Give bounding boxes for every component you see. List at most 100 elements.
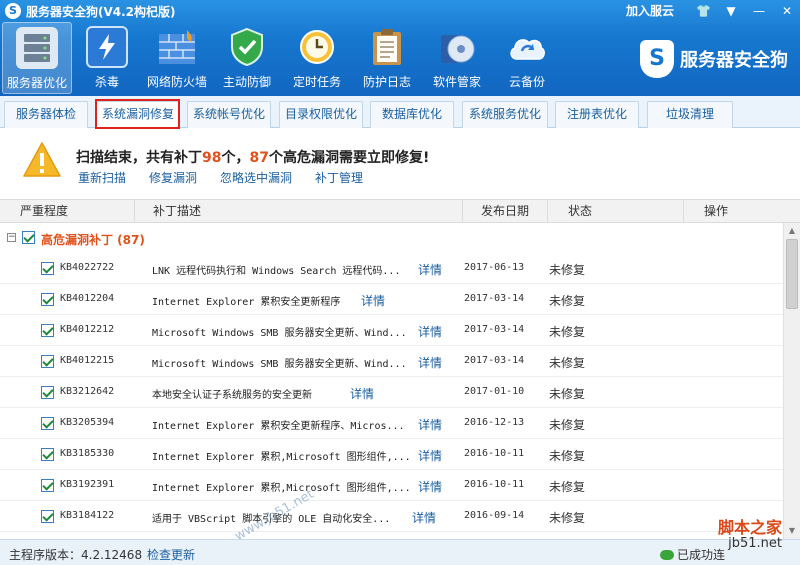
brand-shield-icon: S — [640, 40, 674, 78]
lightning-shield-icon — [86, 26, 128, 68]
fix-status: 未修复 — [549, 387, 586, 401]
close-icon[interactable]: ✕ — [780, 3, 794, 19]
row-checkbox[interactable] — [41, 386, 54, 399]
patch-id: KB3212642 — [60, 386, 115, 397]
tool-antivirus[interactable]: 杀毒 — [72, 22, 142, 94]
column-release-date[interactable]: 发布日期 — [462, 200, 529, 223]
patch-description: LNK 远程代码执行和 Windows Search 远程代码... — [152, 266, 401, 277]
fix-status: 未修复 — [549, 511, 586, 525]
column-action[interactable]: 操作 — [683, 200, 728, 223]
tool-label: 主动防御 — [222, 75, 271, 89]
release-date: 2017-01-10 — [464, 386, 525, 397]
detail-link[interactable]: 详情 — [418, 447, 442, 464]
release-date: 2016-12-13 — [464, 417, 525, 428]
menu-icon[interactable]: ▼ — [724, 3, 738, 19]
detail-link[interactable]: 详情 — [418, 261, 442, 278]
tool-label: 杀毒 — [94, 75, 119, 89]
tab-account-optimize[interactable]: 系统帐号优化 — [187, 101, 271, 128]
tab-junk-cleanup[interactable]: 垃圾清理 — [647, 101, 733, 128]
clock-icon — [296, 26, 338, 68]
tab-directory-permission[interactable]: 目录权限优化 — [279, 101, 363, 128]
fix-status: 未修复 — [549, 418, 586, 432]
brand-logo: S 服务器安全狗 — [640, 40, 788, 78]
detail-link[interactable]: 详情 — [350, 385, 374, 402]
release-date: 2016-09-14 — [464, 510, 525, 521]
group-label: 高危漏洞补丁 (87) — [41, 233, 145, 247]
fix-status: 未修复 — [549, 263, 586, 277]
tab-database-optimize[interactable]: 数据库优化 — [370, 101, 454, 128]
skin-icon[interactable]: 👕 — [696, 3, 711, 19]
minimize-icon[interactable]: — — [752, 3, 766, 19]
window-title: 服务器安全狗(V4.2构杞版) — [26, 5, 176, 19]
table-row[interactable]: KB3205394 Internet Explorer 累积安全更新程序、Mic… — [0, 408, 783, 439]
tool-software-manager[interactable]: 软件管家 — [422, 22, 492, 94]
row-checkbox[interactable] — [41, 324, 54, 337]
fix-status: 未修复 — [549, 294, 586, 308]
table-row[interactable]: KB4012204 Internet Explorer 累积安全更新程序 详情 … — [0, 284, 783, 315]
summary-suffix: 个高危漏洞需要立即修复! — [268, 150, 430, 166]
detail-link[interactable]: 详情 — [361, 292, 385, 309]
release-date: 2016-10-11 — [464, 448, 525, 459]
column-status[interactable]: 状态 — [547, 200, 592, 223]
fix-status: 未修复 — [549, 480, 586, 494]
tool-server-optimize[interactable]: 服务器优化 — [2, 22, 72, 94]
release-date: 2017-03-14 — [464, 355, 525, 366]
total-patch-count: 98 — [202, 150, 222, 166]
watermark-site-url: jb51.net — [728, 536, 783, 551]
tab-service-optimize[interactable]: 系统服务优化 — [462, 101, 548, 128]
scroll-up-icon[interactable]: ▲ — [786, 225, 798, 237]
vertical-scrollbar[interactable]: ▲ ▼ — [783, 223, 800, 539]
tool-protection-log[interactable]: 防护日志 — [352, 22, 422, 94]
table-row[interactable]: KB3192391 Internet Explorer 累积,Microsoft… — [0, 470, 783, 501]
ignore-selected-link[interactable]: 忽略选中漏洞 — [220, 169, 292, 186]
row-checkbox[interactable] — [41, 510, 54, 523]
scroll-thumb[interactable] — [786, 239, 798, 309]
fix-status: 未修复 — [549, 449, 586, 463]
table-row[interactable]: KB3184122 适用于 VBScript 脚本引擎的 OLE 自动化安全..… — [0, 501, 783, 532]
table-row[interactable]: KB4012212 Microsoft Windows SMB 服务器安全更新、… — [0, 315, 783, 346]
patch-list: − 高危漏洞补丁 (87) KB4022722 LNK 远程代码执行和 Wind… — [0, 223, 783, 539]
patch-description: Microsoft Windows SMB 服务器安全更新、Wind... — [152, 328, 407, 339]
tool-cloud-backup[interactable]: 云备份 — [492, 22, 562, 94]
scroll-down-icon[interactable]: ▼ — [786, 525, 798, 537]
row-checkbox[interactable] — [41, 355, 54, 368]
collapse-icon[interactable]: − — [7, 233, 16, 242]
tab-registry-optimize[interactable]: 注册表优化 — [555, 101, 639, 128]
row-checkbox[interactable] — [41, 417, 54, 430]
row-checkbox[interactable] — [41, 262, 54, 275]
detail-link[interactable]: 详情 — [418, 478, 442, 495]
table-row[interactable]: KB3185330 Internet Explorer 累积,Microsoft… — [0, 439, 783, 470]
fix-vulnerabilities-link[interactable]: 修复漏洞 — [149, 169, 197, 186]
tool-active-defense[interactable]: 主动防御 — [212, 22, 282, 94]
program-version: 主程序版本：4.2.12468 — [9, 548, 143, 562]
group-checkbox[interactable] — [22, 231, 35, 244]
tool-label: 防护日志 — [362, 75, 411, 89]
row-checkbox[interactable] — [41, 479, 54, 492]
rescan-link[interactable]: 重新扫描 — [78, 169, 126, 186]
patch-id: KB4022722 — [60, 262, 115, 273]
tool-scheduled-task[interactable]: 定时任务 — [282, 22, 352, 94]
row-checkbox[interactable] — [41, 448, 54, 461]
column-description[interactable]: 补丁描述 — [134, 200, 201, 223]
table-row[interactable]: KB3212642 本地安全认证子系统服务的安全更新 详情 2017-01-10… — [0, 377, 783, 408]
detail-link[interactable]: 详情 — [418, 354, 442, 371]
patch-description: Internet Explorer 累积安全更新程序 — [152, 297, 341, 308]
column-severity[interactable]: 严重程度 — [20, 200, 68, 223]
row-checkbox[interactable] — [41, 293, 54, 306]
tab-server-checkup[interactable]: 服务器体检 — [4, 101, 88, 128]
app-logo-icon: S — [5, 3, 21, 19]
group-high-risk[interactable]: − 高危漏洞补丁 (87) — [0, 227, 783, 249]
cloud-sync-icon — [506, 26, 548, 68]
table-row[interactable]: KB4022722 LNK 远程代码执行和 Windows Search 远程代… — [0, 253, 783, 284]
patch-management-link[interactable]: 补丁管理 — [315, 169, 363, 186]
detail-link[interactable]: 详情 — [412, 509, 436, 526]
join-cloud-link[interactable]: 加入服云 — [626, 2, 674, 19]
watermark-corner: 脚本之家 jb51.net — [718, 520, 782, 552]
check-update-link[interactable]: 检查更新 — [147, 546, 195, 563]
server-icon — [16, 27, 58, 69]
table-row[interactable]: KB4012215 Microsoft Windows SMB 服务器安全更新、… — [0, 346, 783, 377]
detail-link[interactable]: 详情 — [418, 323, 442, 340]
patch-id: KB3184122 — [60, 510, 115, 521]
detail-link[interactable]: 详情 — [418, 416, 442, 433]
tool-firewall[interactable]: 网络防火墙 — [142, 22, 212, 94]
